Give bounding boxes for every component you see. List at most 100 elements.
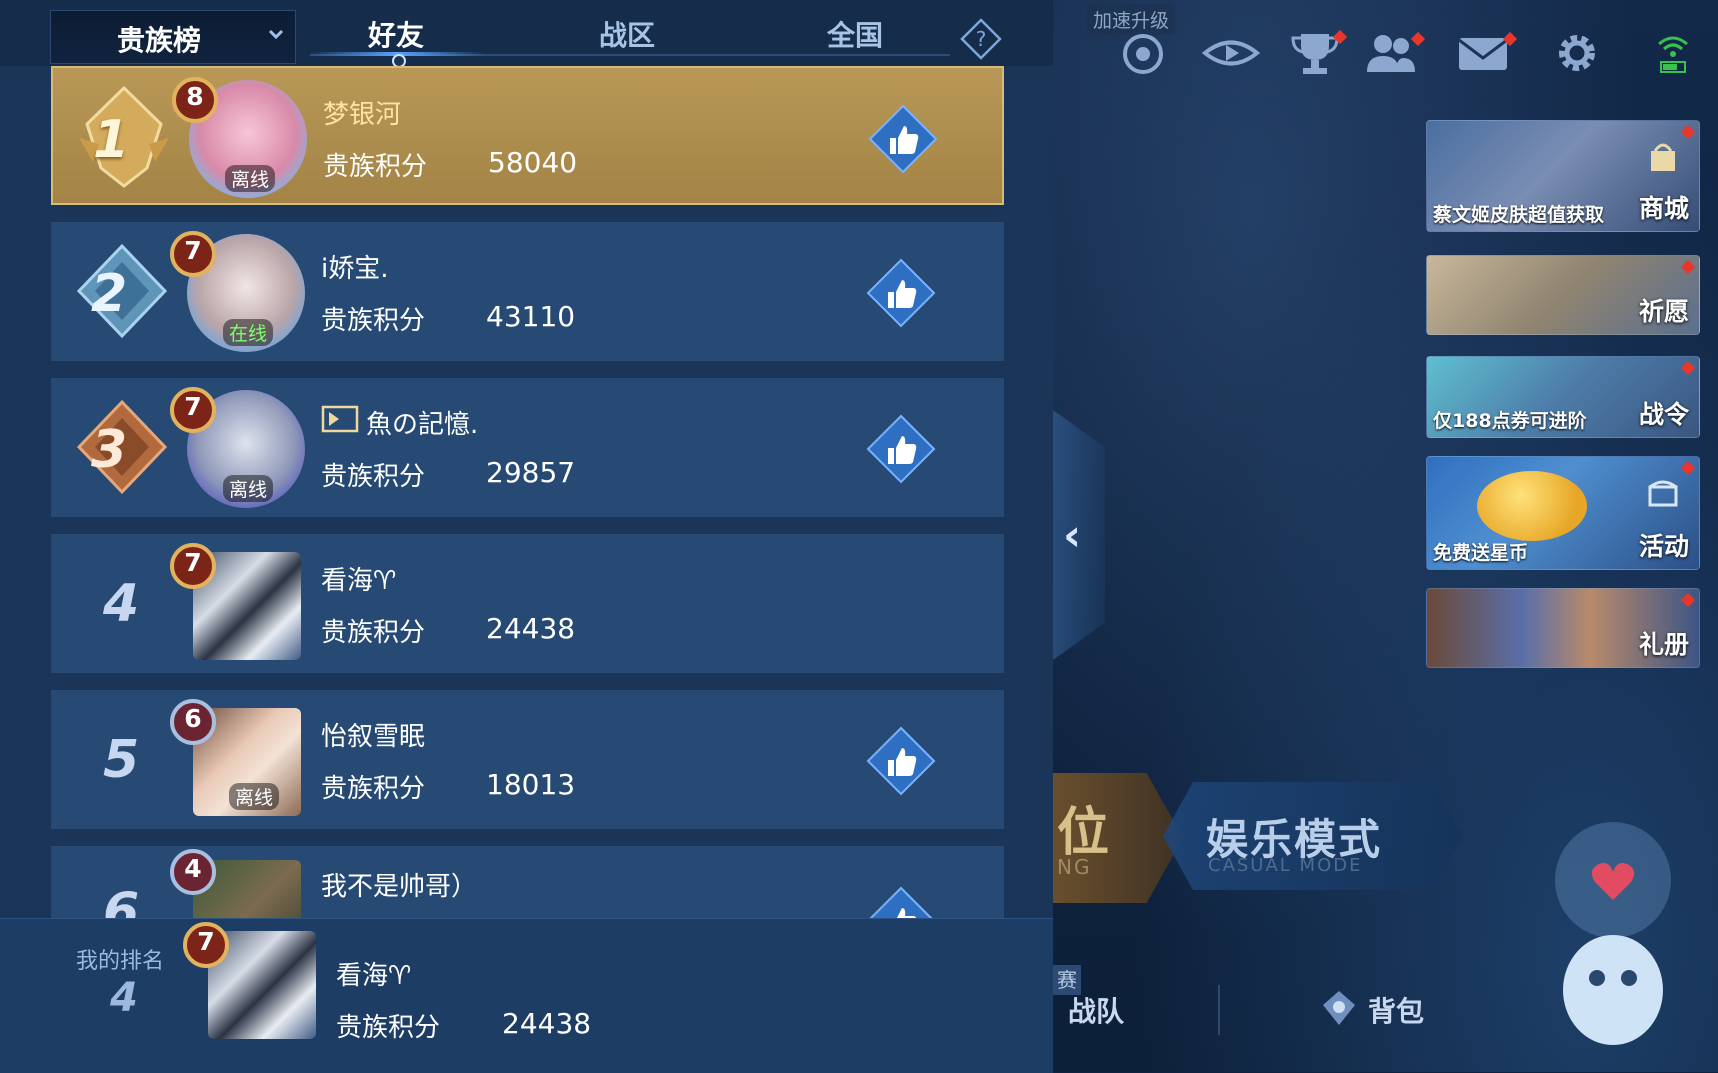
my-score-label: 贵族积分	[336, 1013, 441, 1043]
promo-shop[interactable]: 商城 蔡文姬皮肤超值获取	[1426, 120, 1700, 232]
chest-icon	[1645, 475, 1681, 511]
score-label: 贵族积分	[321, 774, 426, 804]
promo-wish[interactable]: 祈愿	[1426, 255, 1700, 335]
wifi-battery-icon	[1653, 30, 1693, 76]
ranked-mode-sublabel: NG	[1057, 855, 1092, 879]
friends-icon[interactable]	[1361, 30, 1426, 76]
player-name: 我不是帅哥）	[321, 872, 478, 902]
score-label: 贵族积分	[321, 306, 426, 336]
status-tag: 离线	[229, 783, 280, 810]
noble-level-badge: 6	[167, 696, 219, 748]
status-tag: 在线	[223, 319, 274, 346]
casual-mode-sublabel: CASUAL MODE	[1208, 855, 1363, 876]
score-label: 贵族积分	[321, 618, 426, 648]
my-noble-level: 7	[197, 927, 215, 956]
my-rank-number: 4	[110, 975, 138, 1021]
promo-side-label: 战令	[1638, 400, 1689, 429]
noble-level-badge: 4	[167, 846, 219, 898]
rank-number: 5	[103, 730, 140, 790]
like-thumb-icon[interactable]	[868, 104, 938, 174]
score-value: 58040	[488, 146, 578, 179]
like-thumb-icon[interactable]	[866, 414, 936, 484]
bottom-divider	[1218, 985, 1220, 1035]
player-name: i娇宝.	[321, 254, 389, 284]
promo-notify-dot	[1680, 592, 1696, 608]
promo-side-label: 礼册	[1638, 630, 1689, 659]
board-type-dropdown[interactable]: 贵族榜	[50, 10, 296, 64]
bag-icon[interactable]	[1315, 985, 1361, 1031]
noble-level: 4	[184, 854, 202, 883]
chevron-left-icon[interactable]: ‹	[1063, 510, 1081, 561]
ranking-panel: 贵族榜 好友 战区 全国 ? 1 离线 8 梦银河 贵族积分 58040 2 在…	[0, 0, 1053, 1073]
ranking-row[interactable]: 2 在线 7 i娇宝. 贵族积分 43110	[51, 222, 1004, 361]
rank-number: 2	[91, 264, 128, 324]
promo-gift-book[interactable]: 礼册	[1426, 588, 1700, 668]
ranking-row[interactable]: 3 离线 7 魚の記憶. 贵族积分 29857	[51, 378, 1004, 517]
my-rank-label: 我的排名	[76, 949, 165, 974]
promo-notify-dot	[1680, 360, 1696, 376]
promo-notify-dot	[1680, 124, 1696, 140]
player-name: 怡叙雪眠	[321, 722, 426, 752]
promo-activity[interactable]: 活动 免费送星币	[1426, 456, 1700, 570]
help-question-icon[interactable]: ?	[960, 18, 1002, 60]
mascot-pet[interactable]	[1503, 810, 1703, 1060]
tab-zone[interactable]: 战区	[599, 14, 655, 54]
promo-side-label: 商城	[1638, 194, 1689, 223]
trophy-icon[interactable]	[1285, 29, 1348, 76]
replay-eye-icon[interactable]	[1201, 30, 1261, 76]
ranking-row[interactable]: 1 离线 8 梦银河 贵族积分 58040	[51, 66, 1004, 205]
score-value: 43110	[486, 300, 576, 333]
rank-number: 4	[103, 574, 140, 634]
status-tag: 离线	[225, 165, 276, 192]
my-score-value: 24438	[502, 1007, 592, 1040]
tab-nation[interactable]: 全国	[827, 14, 883, 54]
noble-level-badge: 8	[169, 74, 221, 126]
chevron-down-icon	[268, 29, 284, 40]
noble-level: 7	[184, 548, 202, 577]
score-label: 贵族积分	[321, 462, 426, 492]
settings-gear-icon[interactable]	[1547, 30, 1607, 76]
mail-icon[interactable]	[1453, 30, 1518, 76]
noble-level-badge: 7	[167, 540, 219, 592]
my-noble-level-badge: 7	[180, 919, 232, 971]
my-rank-bar: 我的排名 4 7 看海♈ 贵族积分 24438	[0, 918, 1053, 1073]
promo-battle-pass[interactable]: 战令 仅188点券可进阶	[1426, 356, 1700, 438]
noble-level: 7	[184, 236, 202, 265]
status-tag: 离线	[223, 475, 274, 502]
radar-icon[interactable]	[1113, 30, 1173, 76]
my-player-name: 看海♈	[336, 961, 412, 991]
promo-notify-dot	[1680, 460, 1696, 476]
ranking-row[interactable]: 4 7 看海♈ 贵族积分 24438	[51, 534, 1004, 673]
board-type-label: 贵族榜	[117, 24, 202, 57]
like-thumb-icon[interactable]	[866, 726, 936, 796]
player-name: 魚の記憶.	[366, 410, 479, 440]
ranked-mode-label: 位	[1057, 803, 1110, 863]
noble-level-badge: 7	[167, 228, 219, 280]
team-flag-icon	[321, 405, 359, 433]
promo-notify-dot	[1680, 259, 1696, 275]
ranking-row[interactable]: 5 离线 6 怡叙雪眠 贵族积分 18013	[51, 690, 1004, 829]
svg-text:?: ?	[976, 27, 987, 51]
promo-side-label: 活动	[1638, 532, 1689, 561]
promo-side-label: 祈愿	[1638, 297, 1689, 326]
score-value: 24438	[486, 612, 576, 645]
golden-piggy-image	[1477, 471, 1587, 541]
promo-caption: 免费送星币	[1433, 542, 1529, 564]
score-value: 29857	[486, 456, 576, 489]
rank-number: 1	[93, 110, 130, 170]
promo-caption: 仅188点券可进阶	[1433, 410, 1587, 432]
game-lobby-background: 加速升级 商城 蔡文姬皮肤超值获取 祈愿 战令 仅188点券可进阶 活动 免费送…	[1053, 0, 1718, 1072]
team-button[interactable]: 战队	[1068, 990, 1124, 1030]
noble-level-badge: 7	[167, 384, 219, 436]
score-label: 贵族积分	[323, 152, 428, 182]
like-thumb-icon[interactable]	[866, 258, 936, 328]
ranking-row[interactable]: 6 4 我不是帅哥）	[51, 846, 1004, 926]
bag-button[interactable]: 背包	[1368, 990, 1424, 1030]
rank-number: 3	[91, 420, 128, 480]
score-value: 18013	[486, 768, 576, 801]
tab-friends[interactable]: 好友	[368, 14, 424, 54]
player-name: 梦银河	[323, 100, 402, 130]
noble-level: 6	[184, 704, 202, 733]
player-name: 看海♈	[321, 566, 397, 596]
promo-caption: 蔡文姬皮肤超值获取	[1433, 204, 1605, 226]
